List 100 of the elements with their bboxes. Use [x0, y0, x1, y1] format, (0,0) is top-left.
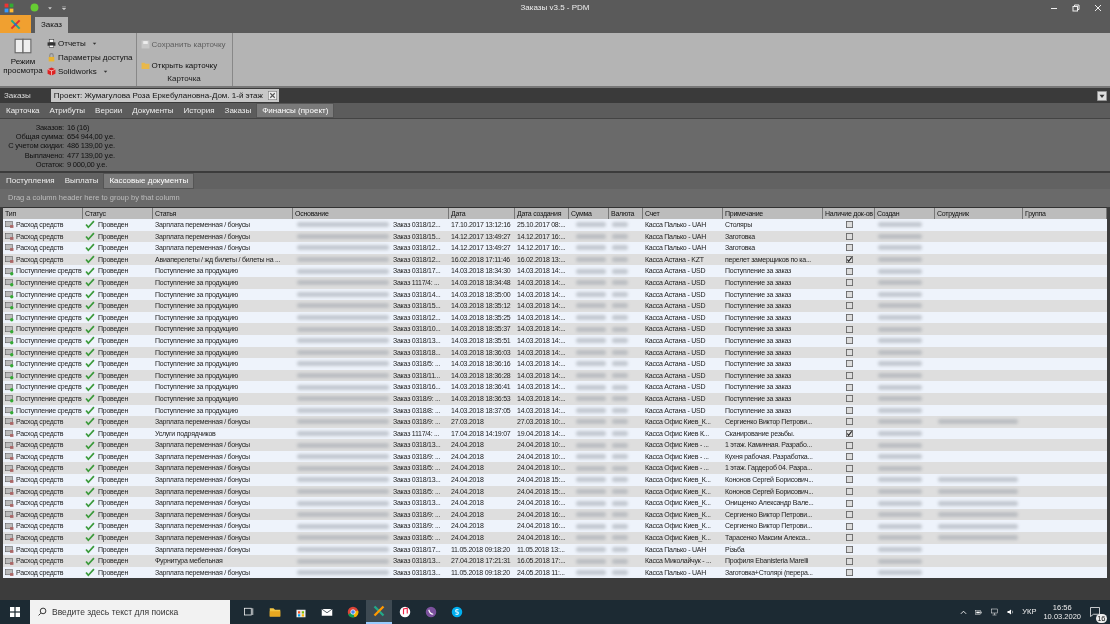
checkbox[interactable] [845, 221, 853, 229]
expense-document-icon [5, 475, 14, 485]
close-icon[interactable] [267, 91, 277, 100]
checkbox[interactable] [845, 325, 853, 333]
tab[interactable]: Кассовые документы [103, 173, 195, 189]
checkbox[interactable] [845, 232, 853, 240]
blurred-text [878, 442, 922, 448]
checkbox[interactable] [845, 569, 853, 577]
checkbox[interactable] [845, 314, 853, 322]
solidworks-button[interactable]: Solidworks [47, 65, 133, 78]
phone-bubble-icon[interactable] [425, 606, 437, 618]
checkbox[interactable] [845, 441, 853, 449]
blurred-text [576, 373, 606, 378]
blurred-text [612, 454, 628, 460]
padlock-icon [47, 53, 56, 62]
blurred-text [576, 291, 606, 297]
checkbox[interactable] [845, 244, 853, 252]
windows-start-icon[interactable] [10, 607, 20, 617]
checkbox[interactable] [845, 406, 853, 414]
checkbox[interactable] [845, 522, 853, 530]
blurred-text [878, 384, 922, 390]
tab[interactable]: История [178, 103, 220, 118]
income-document-icon [5, 359, 14, 369]
tab[interactable]: Финансы (проект) [256, 103, 335, 118]
blurred-text [878, 326, 922, 332]
cube-icon [47, 67, 56, 76]
search-field[interactable]: Введите здесь текст для поиска [30, 600, 230, 624]
blurred-text [612, 500, 628, 506]
income-document-icon [5, 313, 14, 323]
cross-logo-icon[interactable] [373, 605, 385, 617]
dropdown-icon[interactable] [1097, 90, 1107, 101]
checkbox[interactable] [845, 418, 853, 426]
checkbox[interactable] [845, 302, 853, 310]
blurred-text [612, 326, 628, 332]
checkbox[interactable] [845, 545, 853, 553]
blurred-text [878, 373, 922, 378]
ribbon-tab[interactable]: Заказ [35, 17, 68, 33]
ball-icon[interactable] [30, 3, 39, 12]
expense-document-icon [5, 243, 14, 253]
caret-icon[interactable] [47, 4, 53, 11]
tab[interactable]: Карточка [1, 103, 45, 118]
tab[interactable]: Документы [127, 103, 179, 118]
customize-icon[interactable] [61, 4, 67, 11]
checkbox[interactable] [845, 511, 853, 519]
blurred-text [576, 465, 606, 471]
checkbox[interactable] [845, 430, 853, 437]
battery-icon[interactable] [974, 608, 984, 616]
checkbox[interactable] [845, 476, 853, 484]
network-icon[interactable] [990, 608, 1000, 616]
checkbox[interactable] [845, 267, 853, 275]
checkbox[interactable] [845, 372, 853, 379]
blurred-text [576, 268, 606, 274]
blurred-text [612, 245, 628, 251]
blurred-text [576, 338, 606, 344]
expense-document-icon [5, 429, 14, 438]
checkbox[interactable] [845, 453, 853, 461]
checkbox[interactable] [845, 557, 853, 565]
task-view-icon[interactable] [243, 606, 255, 618]
notification-icon[interactable] [1089, 606, 1101, 618]
checkbox[interactable] [845, 348, 853, 356]
expense-document-icon [5, 255, 14, 265]
restore-icon[interactable] [1072, 3, 1080, 12]
expense-document-icon [5, 556, 14, 566]
expense-document-icon [5, 486, 14, 496]
checkbox[interactable] [845, 464, 853, 472]
chat-icon[interactable] [451, 606, 463, 618]
blurred-text [612, 407, 628, 413]
checkbox[interactable] [845, 395, 853, 403]
browser-icon[interactable] [347, 606, 359, 618]
blurred-text [612, 222, 628, 228]
speaker-icon[interactable] [1006, 608, 1016, 616]
tab[interactable]: Заказы [219, 103, 257, 118]
checkbox[interactable] [845, 383, 853, 391]
checkbox[interactable] [845, 279, 853, 287]
checkbox[interactable] [845, 256, 853, 264]
blurred-text [612, 361, 628, 367]
expense-document-icon [5, 417, 14, 427]
blurred-text [612, 373, 628, 378]
tab[interactable]: Версии [90, 103, 128, 118]
checkbox[interactable] [845, 290, 853, 298]
checkbox[interactable] [845, 487, 853, 495]
checkbox[interactable] [845, 337, 853, 345]
tab[interactable]: Поступления [1, 173, 60, 189]
folder-icon[interactable] [269, 606, 281, 618]
checkbox[interactable] [845, 499, 853, 507]
access-settings-button[interactable]: Параметры доступа [47, 51, 133, 64]
tab[interactable]: Выплаты [59, 173, 104, 189]
tab[interactable]: Атрибуты [44, 103, 91, 118]
envelope-icon[interactable] [321, 606, 333, 618]
window-title: Заказы v3.5 - PDM [520, 2, 590, 12]
blurred-text [576, 454, 606, 460]
reports-button[interactable]: Отчеты [47, 37, 133, 50]
checkbox[interactable] [845, 534, 853, 542]
checkbox[interactable] [845, 360, 853, 368]
blurred-text [612, 419, 628, 425]
chevron-up-icon[interactable] [960, 608, 968, 616]
document-tab[interactable]: Проект: Жумагулова Роза Еркебулановна-Дом. 1-й этаж [50, 89, 279, 102]
expense-document-icon [5, 463, 14, 473]
view-mode-button[interactable]: Режим просмотра [3, 37, 43, 75]
open-card-button[interactable]: Открыть карточку [140, 59, 228, 72]
